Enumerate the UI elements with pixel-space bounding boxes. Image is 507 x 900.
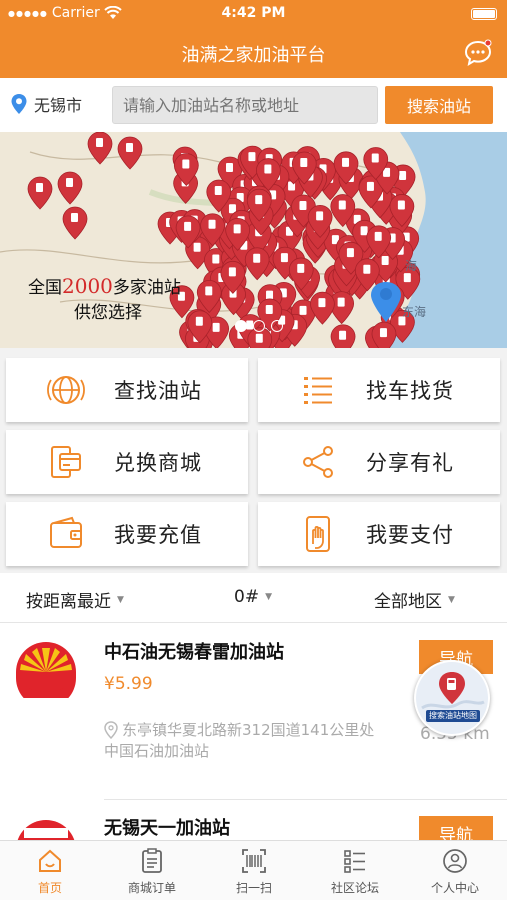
map-pin-icon xyxy=(371,321,397,348)
tab-home[interactable]: 首页 xyxy=(0,847,100,896)
sort-filter-label: 按距离最近 xyxy=(26,592,111,612)
caption-number: 2000 xyxy=(62,274,113,298)
tile-label: 我要充值 xyxy=(114,523,202,547)
banner-carousel[interactable]: 海 东海 全国2000多家油站 供您选择 xyxy=(0,132,507,348)
tab-label: 扫一扫 xyxy=(235,881,272,895)
station-price: ¥5.99 xyxy=(104,674,153,694)
share-gift-tile[interactable]: 分享有礼 xyxy=(258,430,500,494)
nav-bar: 油满之家加油平台 xyxy=(0,28,507,78)
tab-label: 个人中心 xyxy=(430,881,479,895)
clock: 4:42 PM xyxy=(221,5,286,21)
tile-label: 找车找货 xyxy=(366,379,454,403)
tile-label: 分享有礼 xyxy=(366,451,454,475)
search-input[interactable] xyxy=(112,86,378,124)
station-address: 东亭镇华夏北路新312国道141公里处中国石油加油站 xyxy=(104,721,375,760)
forum-icon xyxy=(344,850,365,873)
find-station-tile[interactable]: 查找油站 xyxy=(6,358,248,422)
clipboard-icon xyxy=(142,848,162,873)
list-icon xyxy=(304,377,332,404)
station-name: 无锡天一加油站 xyxy=(104,818,230,839)
map-thumbnail-icon xyxy=(416,662,488,734)
caret-down-icon: ▼ xyxy=(448,594,455,605)
city-label: 无锡市 xyxy=(34,96,83,115)
page-title: 油满之家加油平台 xyxy=(181,45,326,66)
globe-icon xyxy=(47,376,85,404)
chat-bubble-icon[interactable] xyxy=(463,38,493,68)
carousel-dot-active[interactable] xyxy=(235,320,247,332)
carousel-indicator xyxy=(235,320,283,332)
tab-label: 商城订单 xyxy=(127,881,176,895)
find-cargo-tile[interactable]: 找车找货 xyxy=(258,358,500,422)
recharge-tile[interactable]: 我要充值 xyxy=(6,502,248,566)
caption-line2: 供您选择 xyxy=(74,303,142,323)
scan-icon xyxy=(242,849,266,873)
region-filter-label: 全部地区 xyxy=(374,592,442,612)
exchange-mall-tile[interactable]: 兑换商城 xyxy=(6,430,248,494)
map-search-fab[interactable]: 搜索油站地图 xyxy=(414,660,490,736)
status-bar: ●●●●● Carrier 4:42 PM xyxy=(0,0,507,28)
map-search-label: 搜索油站地图 xyxy=(426,710,480,722)
fuel-filter[interactable]: 0# ▼ xyxy=(234,587,272,607)
region-filter[interactable]: 全部地区 ▼ xyxy=(374,587,455,612)
station-logo-icon xyxy=(17,820,75,840)
caption-suffix: 多家油站 xyxy=(112,278,181,298)
banner-caption: 全国2000多家油站 供您选择 xyxy=(28,274,181,326)
function-grid: 查找油站 找车找货 兑换商城 分享有礼 我要充值 我要支付 xyxy=(0,348,507,573)
tab-orders[interactable]: 商城订单 xyxy=(102,847,202,896)
search-button[interactable]: 搜索油站 xyxy=(385,86,493,124)
sort-filter[interactable]: 按距离最近 ▼ xyxy=(26,587,124,612)
tile-label: 我要支付 xyxy=(366,523,454,547)
tab-bar: 首页 商城订单 扫一扫 社区论坛 个人中心 xyxy=(0,840,507,900)
search-bar: 无锡市 搜索油站 xyxy=(0,78,507,132)
map-pin-icon xyxy=(330,324,356,348)
station-name: 中石油无锡春雷加油站 xyxy=(104,642,284,663)
tab-label: 首页 xyxy=(37,881,62,895)
wallet-icon xyxy=(50,516,82,548)
pay-tile[interactable]: 我要支付 xyxy=(258,502,500,566)
caret-down-icon: ▼ xyxy=(117,594,124,605)
caret-down-icon: ▼ xyxy=(265,592,272,602)
tab-profile[interactable]: 个人中心 xyxy=(405,847,505,896)
carousel-dot[interactable] xyxy=(253,320,265,332)
filter-bar: 按距离最近 ▼ 0# ▼ 全部地区 ▼ xyxy=(0,575,507,623)
phone-card-icon xyxy=(51,446,81,478)
location-pin-icon xyxy=(11,94,27,114)
share-icon xyxy=(303,446,333,478)
home-icon xyxy=(39,849,61,872)
tab-scan[interactable]: 扫一扫 xyxy=(204,847,304,896)
user-icon xyxy=(443,849,467,873)
fuel-filter-label: 0# xyxy=(234,587,260,607)
tab-label: 社区论坛 xyxy=(330,881,379,895)
navigate-button[interactable]: 导航 xyxy=(419,816,493,840)
city-selector[interactable]: 无锡市 xyxy=(10,92,82,116)
app-screen: ●●●●● Carrier 4:42 PM 油满之家加油平台 无锡市 搜索油站 xyxy=(0,0,507,900)
petrochina-logo-icon xyxy=(16,642,76,698)
caption-prefix: 全国 xyxy=(28,278,62,298)
tile-label: 查找油站 xyxy=(114,379,202,403)
carousel-dot[interactable] xyxy=(271,320,283,332)
tab-forum[interactable]: 社区论坛 xyxy=(305,847,405,896)
station-list-item[interactable]: 无锡天一加油站 导航 xyxy=(0,800,507,840)
tile-label: 兑换商城 xyxy=(114,451,202,475)
sea-label: 海 xyxy=(405,258,417,273)
sea-label-east: 东海 xyxy=(402,304,426,319)
battery-icon xyxy=(471,8,497,20)
phone-tap-icon xyxy=(306,516,330,552)
